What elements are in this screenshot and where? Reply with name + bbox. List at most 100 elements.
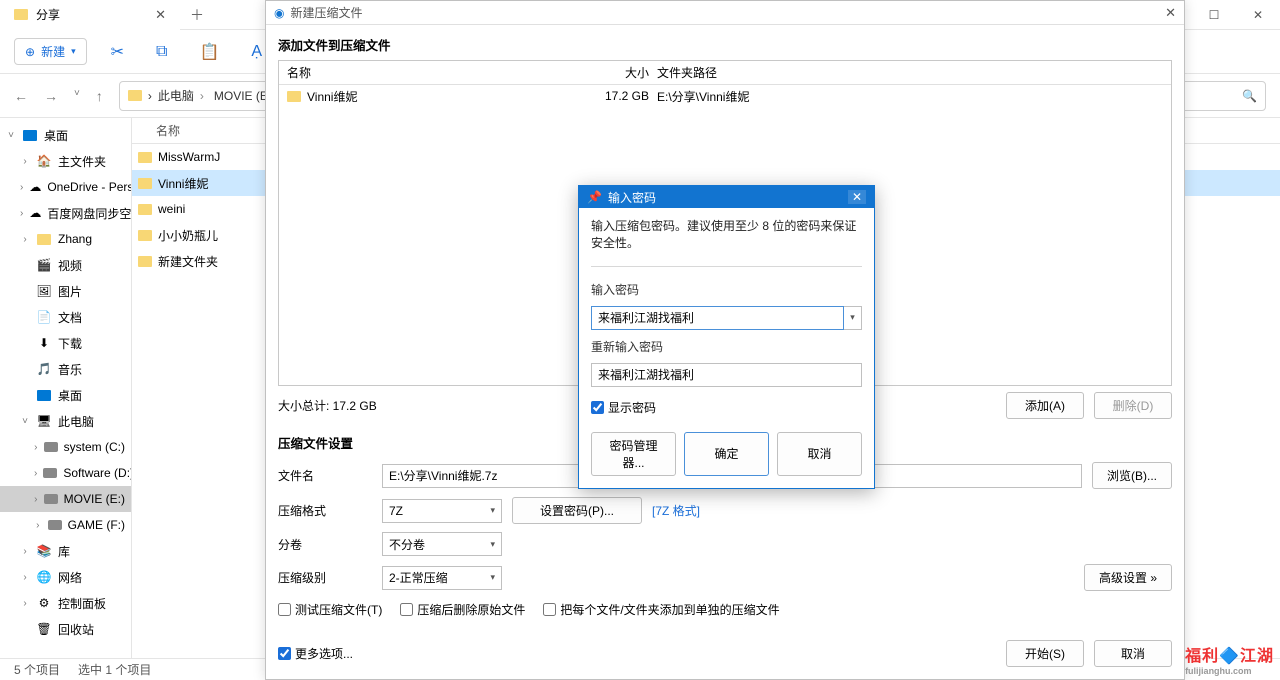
- tree-label: 回收站: [58, 621, 94, 638]
- tree-item[interactable]: ›☁百度网盘同步空间: [0, 200, 131, 226]
- archive-title: 新建压缩文件: [290, 4, 362, 21]
- cancel-button[interactable]: 取消: [1094, 640, 1172, 667]
- tree-item[interactable]: ›system (C:): [0, 434, 131, 460]
- tree-item[interactable]: ›GAME (F:): [0, 512, 131, 538]
- start-button[interactable]: 开始(S): [1006, 640, 1084, 667]
- new-button[interactable]: ⊕ 新建 ▾: [14, 38, 87, 65]
- tree-item[interactable]: ⬇下载: [0, 330, 131, 356]
- house-icon: 🏠: [36, 153, 52, 169]
- split-label: 分卷: [278, 536, 372, 553]
- level-combo[interactable]: 2-正常压缩▾: [382, 566, 502, 590]
- crumb-pc[interactable]: 此电脑: [158, 87, 210, 104]
- tree-item[interactable]: ›Zhang: [0, 226, 131, 252]
- folder-icon: [14, 9, 28, 20]
- tree-label: MOVIE (E:): [64, 492, 125, 506]
- tree-item[interactable]: ˅桌面: [0, 122, 131, 148]
- chevron-icon: ›: [20, 234, 30, 245]
- archive-titlebar: ◉ 新建压缩文件 ✕: [266, 1, 1184, 25]
- tree-item[interactable]: 桌面: [0, 382, 131, 408]
- delete-button[interactable]: 删除(D): [1094, 392, 1172, 419]
- chevron-down-icon: ▾: [490, 505, 495, 516]
- tree-item[interactable]: 🎵音乐: [0, 356, 131, 382]
- folder-icon: [128, 90, 142, 101]
- tree-item[interactable]: ›MOVIE (E:): [0, 486, 131, 512]
- tree-label: 图片: [58, 283, 82, 300]
- tree-panel: ˅桌面›🏠主文件夹›☁OneDrive - Pers›☁百度网盘同步空间›Zha…: [0, 118, 132, 658]
- chevron-down-icon: ▾: [490, 539, 495, 550]
- set-password-button[interactable]: 设置密码(P)...: [512, 497, 642, 524]
- browse-button[interactable]: 浏览(B)...: [1092, 462, 1172, 489]
- app-icon: ◉: [274, 6, 284, 20]
- copy-icon[interactable]: ⧉: [148, 39, 175, 65]
- tree-item[interactable]: 🖼图片: [0, 278, 131, 304]
- show-password-checkbox[interactable]: 显示密码: [591, 399, 862, 416]
- forward-button[interactable]: →: [44, 88, 58, 104]
- close-icon[interactable]: ✕: [848, 190, 866, 204]
- col-size[interactable]: 大小: [581, 64, 657, 81]
- tab-title: 分享: [36, 6, 60, 23]
- folder-icon: [36, 231, 52, 247]
- plus-icon: ⊕: [25, 45, 35, 59]
- password-dropdown[interactable]: ▾: [844, 306, 862, 330]
- tree-label: system (C:): [64, 440, 125, 454]
- col-name[interactable]: 名称: [287, 64, 581, 81]
- chevron-icon: ›: [34, 520, 42, 531]
- cancel-button[interactable]: 取消: [777, 432, 862, 476]
- tree-item[interactable]: ›🌐网络: [0, 564, 131, 590]
- ok-button[interactable]: 确定: [684, 432, 769, 476]
- password-confirm-input[interactable]: [591, 363, 862, 387]
- reenter-password-label: 重新输入密码: [591, 338, 862, 355]
- test-checkbox[interactable]: 测试压缩文件(T): [278, 601, 382, 618]
- tree-item[interactable]: ›📚库: [0, 538, 131, 564]
- tree-label: OneDrive - Pers: [47, 180, 132, 194]
- total-size: 大小总计: 17.2 GB: [278, 397, 377, 414]
- separate-checkbox[interactable]: 把每个文件/文件夹添加到单独的压缩文件: [543, 601, 779, 618]
- tree-label: Software (D:): [63, 466, 132, 480]
- close-button[interactable]: ✕: [1236, 0, 1280, 30]
- close-icon[interactable]: ✕: [1165, 5, 1176, 21]
- tree-item[interactable]: ›🏠主文件夹: [0, 148, 131, 174]
- close-icon[interactable]: ✕: [155, 7, 166, 23]
- new-label: 新建: [41, 43, 65, 60]
- recent-button[interactable]: ˅: [74, 88, 80, 104]
- split-combo[interactable]: 不分卷▾: [382, 532, 502, 556]
- up-button[interactable]: ↑: [96, 88, 103, 104]
- password-manager-button[interactable]: 密码管理器...: [591, 432, 676, 476]
- tree-item[interactable]: › ☁ OneDrive - Pers: [0, 174, 131, 200]
- password-input[interactable]: [591, 306, 844, 330]
- delete-src-checkbox[interactable]: 压缩后删除原始文件: [400, 601, 525, 618]
- tree-label: 库: [58, 543, 70, 560]
- paste-icon[interactable]: 📋: [191, 38, 227, 66]
- tree-item[interactable]: ›⚙控制面板: [0, 590, 131, 616]
- col-path[interactable]: 文件夹路径: [657, 64, 1163, 81]
- more-options-checkbox[interactable]: 更多选项...: [278, 640, 353, 667]
- cut-icon[interactable]: ✂: [103, 38, 132, 66]
- chevron-icon: ›: [20, 182, 23, 193]
- format-combo[interactable]: 7Z▾: [382, 499, 502, 523]
- back-button[interactable]: ←: [14, 88, 28, 104]
- tree-label: 主文件夹: [58, 153, 106, 170]
- window-tab[interactable]: 分享 ✕: [0, 0, 180, 30]
- format-label: 压缩格式: [278, 502, 372, 519]
- tree-item[interactable]: ˅🖥此电脑: [0, 408, 131, 434]
- folder-icon: [138, 152, 152, 163]
- table-row[interactable]: Vinni维妮 17.2 GB E:\分享\Vinni维妮: [279, 85, 1171, 107]
- filename-label: 文件名: [278, 467, 372, 484]
- file-name: 新建文件夹: [158, 253, 218, 270]
- tree-item[interactable]: 🎬视频: [0, 252, 131, 278]
- format-link[interactable]: [7Z 格式]: [652, 502, 700, 519]
- chevron-icon: ˅: [6, 130, 16, 141]
- chevron-down-icon: ▾: [71, 46, 76, 57]
- drive-icon: [48, 517, 62, 533]
- tree-item[interactable]: 📄文档: [0, 304, 131, 330]
- tree-item[interactable]: 🗑回收站: [0, 616, 131, 642]
- password-dialog: 📌 输入密码 ✕ 输入压缩包密码。建议使用至少 8 位的密码来保证安全性。 输入…: [578, 185, 875, 489]
- tree-label: 控制面板: [58, 595, 106, 612]
- advanced-button[interactable]: 高级设置 »: [1084, 564, 1172, 591]
- tree-item[interactable]: ›Software (D:): [0, 460, 131, 486]
- maximize-button[interactable]: ☐: [1192, 0, 1236, 30]
- add-button[interactable]: 添加(A): [1006, 392, 1084, 419]
- add-tab-button[interactable]: ＋: [190, 5, 204, 25]
- row-name: Vinni维妮: [307, 88, 357, 105]
- cloud-icon: ☁: [29, 179, 41, 195]
